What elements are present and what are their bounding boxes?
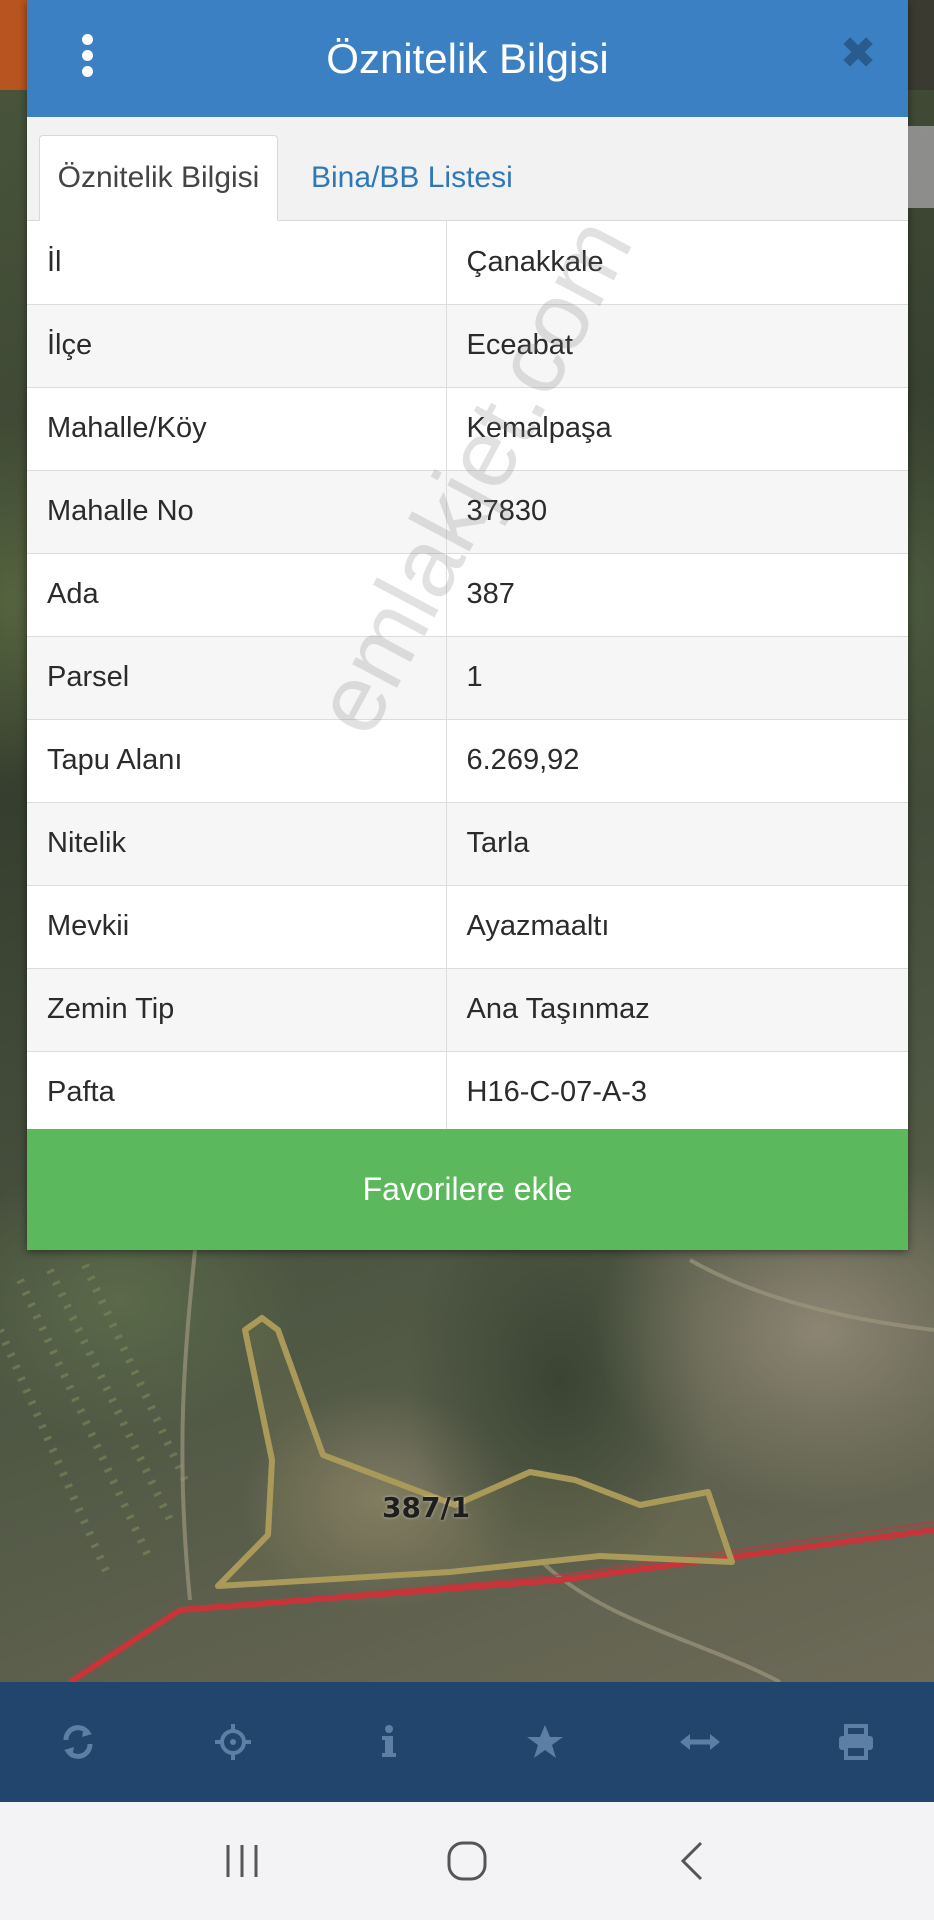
attribute-key: Zemin Tip xyxy=(27,968,447,1052)
attribute-key: Mahalle No xyxy=(27,470,447,554)
measure-icon[interactable] xyxy=(670,1712,730,1772)
attribute-value: Ayazmaaltı xyxy=(446,885,908,969)
table-row: Nitelik Tarla xyxy=(27,802,908,886)
table-row: Mahalle/Köy Kemalpaşa xyxy=(27,387,908,471)
info-icon[interactable] xyxy=(359,1712,419,1772)
table-row: Tapu Alanı 6.269,92 xyxy=(27,719,908,803)
tab-building-list[interactable]: Bina/BB Listesi xyxy=(289,135,535,221)
recent-apps-icon[interactable] xyxy=(202,1831,282,1891)
table-row: İl Çanakkale xyxy=(27,221,908,305)
attribute-key: Nitelik xyxy=(27,802,447,886)
table-row: İlçe Eceabat xyxy=(27,304,908,388)
attribute-value: Tarla xyxy=(446,802,908,886)
attribute-key: İl xyxy=(27,221,447,305)
parcel-label: 387/1 xyxy=(382,1491,471,1524)
attribute-value: Çanakkale xyxy=(446,221,908,305)
add-to-favorites-button[interactable]: Favorilere ekle xyxy=(27,1129,908,1250)
attribute-key: Ada xyxy=(27,553,447,637)
attribute-value: Eceabat xyxy=(446,304,908,388)
table-row: Zemin Tip Ana Taşınmaz xyxy=(27,968,908,1052)
tab-attribute-info[interactable]: Öznitelik Bilgisi xyxy=(39,135,278,221)
dialog-header: Öznitelik Bilgisi ✖ xyxy=(27,0,908,117)
attribute-key: Mahalle/Köy xyxy=(27,387,447,471)
attribute-value: H16-C-07-A-3 xyxy=(446,1051,908,1135)
attribute-key: Mevkii xyxy=(27,885,447,969)
attribute-key: Tapu Alanı xyxy=(27,719,447,803)
map-toolbar xyxy=(0,1682,934,1802)
attribute-value: 1 xyxy=(446,636,908,720)
attribute-value: Kemalpaşa xyxy=(446,387,908,471)
table-row: Parsel 1 xyxy=(27,636,908,720)
attribute-key: Pafta xyxy=(27,1051,447,1135)
dialog-title: Öznitelik Bilgisi xyxy=(326,34,609,82)
crosshair-icon[interactable] xyxy=(203,1712,263,1772)
attribute-value: 387 xyxy=(446,553,908,637)
close-icon[interactable]: ✖ xyxy=(838,32,878,76)
attribute-table: İl Çanakkale İlçe Eceabat Mahalle/Köy Kemalpa… xyxy=(27,221,908,1135)
attribute-value: Ana Taşınmaz xyxy=(446,968,908,1052)
table-row: Pafta H16-C-07-A-3 xyxy=(27,1051,908,1135)
table-row: Mevkii Ayazmaaltı xyxy=(27,885,908,969)
table-row: Mahalle No 37830 xyxy=(27,470,908,554)
attribute-dialog: Öznitelik Bilgisi ✖ Öznitelik Bilgisi Bi… xyxy=(27,0,908,1250)
attribute-value: 6.269,92 xyxy=(446,719,908,803)
attribute-value: 37830 xyxy=(446,470,908,554)
scrollbar[interactable] xyxy=(908,126,934,208)
print-icon[interactable] xyxy=(826,1712,886,1772)
home-icon[interactable] xyxy=(427,1831,507,1891)
star-icon[interactable] xyxy=(515,1712,575,1772)
refresh-icon[interactable] xyxy=(48,1712,108,1772)
more-vertical-icon[interactable] xyxy=(75,34,99,78)
attribute-key: Parsel xyxy=(27,636,447,720)
table-row: Ada 387 xyxy=(27,553,908,637)
attribute-key: İlçe xyxy=(27,304,447,388)
back-icon[interactable] xyxy=(652,1831,732,1891)
tab-bar: Öznitelik Bilgisi Bina/BB Listesi xyxy=(27,117,908,221)
parcel-387-1-outline xyxy=(215,1315,735,1589)
system-navigation-bar xyxy=(0,1802,934,1920)
